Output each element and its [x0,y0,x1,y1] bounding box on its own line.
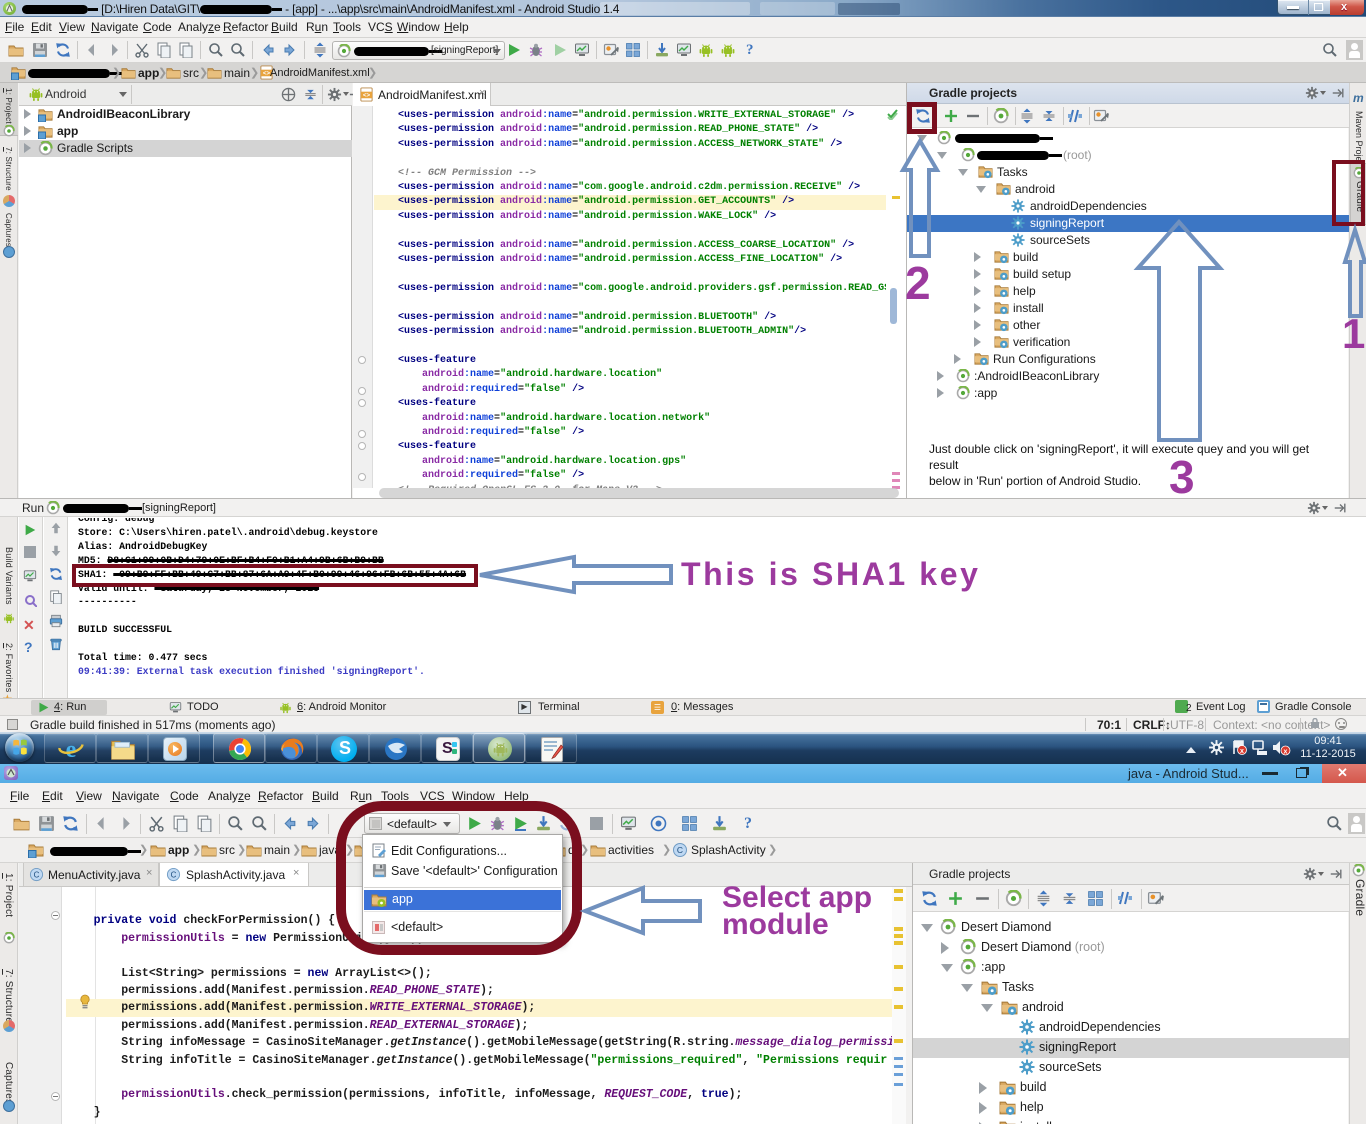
svg-text:x: x [1240,748,1244,755]
svg-text:x: x [1284,749,1288,756]
svg-text:e: e [66,737,77,762]
